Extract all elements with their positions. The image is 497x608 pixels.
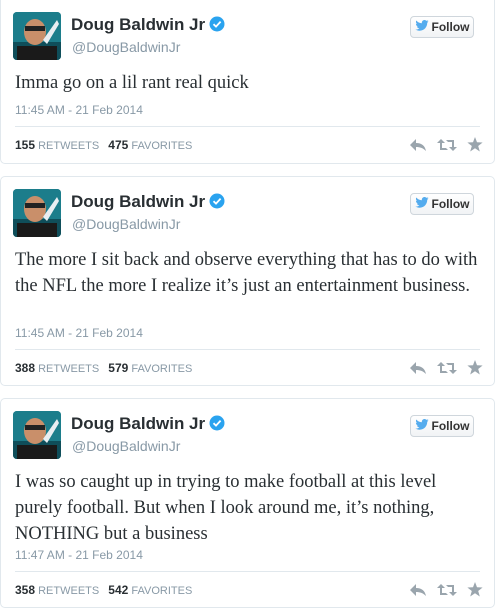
tweet-text: The more I sit back and observe everythi… [15, 250, 478, 296]
retweets-label: RETWEETS [38, 140, 100, 152]
tweet-timestamp[interactable]: 11:45 AM - 21 Feb 2014 [15, 103, 143, 117]
favorite-star-icon[interactable] [467, 137, 483, 157]
user-handle[interactable]: @DougBaldwinJr [72, 216, 180, 232]
retweet-count[interactable]: 388 [15, 361, 35, 375]
avatar-image [13, 12, 61, 60]
tweet-stats: 388 RETWEETS 579 FAVORITES [15, 361, 192, 375]
divider [15, 126, 480, 127]
divider [15, 571, 480, 572]
reply-icon[interactable] [409, 361, 427, 380]
twitter-bird-icon [414, 197, 429, 211]
user-handle[interactable]: @DougBaldwinJr [72, 39, 180, 55]
twitter-bird-icon [414, 419, 429, 433]
avatar[interactable] [13, 12, 61, 60]
twitter-bird-icon [414, 20, 429, 34]
follow-label: Follow [431, 419, 470, 433]
favorite-count[interactable]: 542 [108, 583, 128, 597]
user-handle[interactable]: @DougBaldwinJr [72, 438, 180, 454]
tweet-card: Doug Baldwin Jr @DougBaldwinJr Follow I … [0, 398, 495, 608]
favorites-label: FAVORITES [131, 363, 193, 375]
follow-button[interactable]: Follow [410, 415, 474, 437]
tweet-actions [409, 137, 483, 157]
display-name[interactable]: Doug Baldwin Jr [71, 414, 225, 436]
reply-icon[interactable] [409, 583, 427, 602]
tweet-timestamp[interactable]: 11:47 AM - 21 Feb 2014 [15, 548, 143, 562]
favorites-label: FAVORITES [131, 585, 193, 597]
tweet-stats: 155 RETWEETS 475 FAVORITES [15, 138, 192, 152]
avatar[interactable] [13, 189, 61, 237]
reply-icon[interactable] [409, 138, 427, 157]
favorites-label: FAVORITES [131, 140, 193, 152]
verified-badge-icon [209, 193, 225, 214]
avatar-image [13, 411, 61, 459]
tweet-actions [409, 582, 483, 602]
follow-button[interactable]: Follow [410, 193, 474, 215]
tweet-text: Imma go on a lil rant real quick [15, 73, 249, 93]
favorite-count[interactable]: 579 [108, 361, 128, 375]
verified-badge-icon [209, 415, 225, 436]
follow-label: Follow [431, 197, 470, 211]
favorite-count[interactable]: 475 [108, 138, 128, 152]
tweet-card: Doug Baldwin Jr @DougBaldwinJr Follow Im… [0, 0, 495, 164]
favorite-star-icon[interactable] [467, 360, 483, 380]
retweet-icon[interactable] [437, 583, 457, 602]
display-name[interactable]: Doug Baldwin Jr [71, 192, 225, 214]
retweet-icon[interactable] [437, 361, 457, 380]
display-name[interactable]: Doug Baldwin Jr [71, 15, 225, 37]
retweets-label: RETWEETS [38, 363, 100, 375]
tweet-card: Doug Baldwin Jr @DougBaldwinJr Follow Th… [0, 176, 495, 386]
verified-badge-icon [209, 16, 225, 37]
favorite-star-icon[interactable] [467, 582, 483, 602]
avatar-image [13, 189, 61, 237]
retweet-count[interactable]: 155 [15, 138, 35, 152]
avatar[interactable] [13, 411, 61, 459]
divider [15, 349, 480, 350]
tweet-actions [409, 360, 483, 380]
follow-label: Follow [431, 20, 470, 34]
retweet-icon[interactable] [437, 138, 457, 157]
tweet-text: I was so caught up in trying to make foo… [15, 472, 437, 544]
tweet-stats: 358 RETWEETS 542 FAVORITES [15, 583, 192, 597]
retweets-label: RETWEETS [38, 585, 100, 597]
tweet-timestamp[interactable]: 11:45 AM - 21 Feb 2014 [15, 326, 143, 340]
retweet-count[interactable]: 358 [15, 583, 35, 597]
follow-button[interactable]: Follow [410, 16, 474, 38]
